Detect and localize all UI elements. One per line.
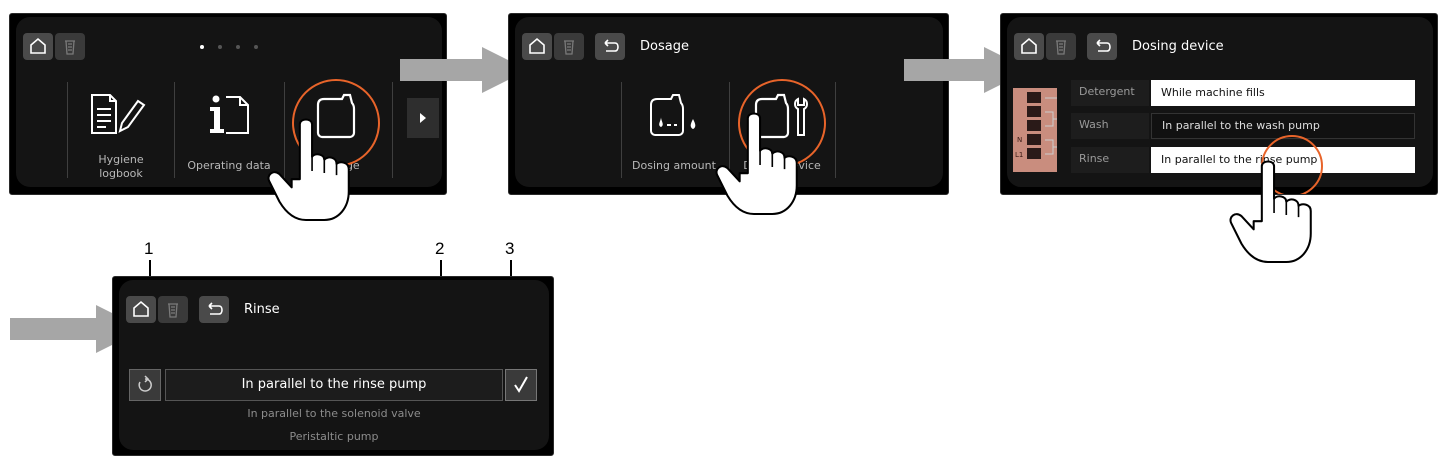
selection-highlight-ring <box>738 79 826 167</box>
screen-main-menu: Hygiene logbook Operating data Dosage <box>9 13 447 195</box>
divider <box>835 82 836 178</box>
home-button[interactable] <box>1014 33 1044 60</box>
page-title: Dosing device <box>1132 39 1224 54</box>
option-item[interactable]: In parallel to the solenoid valve <box>165 407 503 420</box>
option-item[interactable]: Peristaltic pump <box>165 430 503 443</box>
back-button[interactable] <box>595 33 625 60</box>
callout-number-3: 3 <box>505 239 515 258</box>
selected-option-field[interactable]: In parallel to the rinse pump <box>165 369 503 401</box>
logbook-icon[interactable] <box>90 93 150 137</box>
terminal-label-l1: L1 <box>1015 151 1024 159</box>
home-button[interactable] <box>23 33 53 60</box>
screen-dosing-device: Dosing device N L1 Detergent While machi… <box>1000 13 1438 195</box>
trash-button[interactable] <box>1046 33 1076 60</box>
terminal-block-icon <box>1013 88 1057 172</box>
page-dot-active <box>200 45 204 49</box>
row-label-wash: Wash <box>1071 113 1149 139</box>
dosing-amount-icon[interactable] <box>647 93 703 137</box>
divider <box>174 82 175 178</box>
trash-button[interactable] <box>554 33 584 60</box>
home-button[interactable] <box>126 296 156 323</box>
row-label-rinse: Rinse <box>1071 147 1149 173</box>
page-title: Rinse <box>244 302 280 317</box>
trash-button[interactable] <box>158 296 188 323</box>
row-label-detergent: Detergent <box>1071 80 1149 106</box>
operating-data-icon[interactable] <box>206 93 254 137</box>
confirm-button[interactable] <box>505 369 537 401</box>
home-button[interactable] <box>522 33 552 60</box>
back-button[interactable] <box>1087 33 1117 60</box>
divider <box>729 82 730 178</box>
reset-icon <box>138 375 152 392</box>
chevron-right-icon <box>420 113 426 123</box>
trash-button[interactable] <box>55 33 85 60</box>
selection-highlight-ring <box>292 79 380 167</box>
callout-number-2: 2 <box>435 239 445 258</box>
page-dot <box>218 45 222 49</box>
row-value-detergent[interactable]: While machine fills <box>1151 80 1415 106</box>
next-page-button[interactable] <box>407 98 439 138</box>
screen-dosage: Dosage Dosing amount Dosing device <box>508 13 949 195</box>
divider <box>392 82 393 178</box>
divider <box>284 82 285 178</box>
reset-button[interactable] <box>129 369 161 401</box>
checkmark-icon <box>514 376 528 393</box>
divider <box>67 82 68 178</box>
callout-number-1: 1 <box>144 239 154 258</box>
back-button[interactable] <box>199 296 229 323</box>
menu-label-operating-data: Operating data <box>187 159 271 172</box>
menu-label-hygiene-logbook: Hygiene logbook <box>98 153 144 180</box>
page-title: Dosage <box>640 39 689 54</box>
page-dot <box>236 45 240 49</box>
selection-highlight-ring <box>1261 135 1323 194</box>
screen-rinse: Rinse In parallel to the rinse pump In p… <box>112 276 554 456</box>
terminal-label-n: N <box>1017 136 1023 144</box>
page-dot <box>254 45 258 49</box>
menu-label-dosing-amount: Dosing amount <box>632 159 716 172</box>
